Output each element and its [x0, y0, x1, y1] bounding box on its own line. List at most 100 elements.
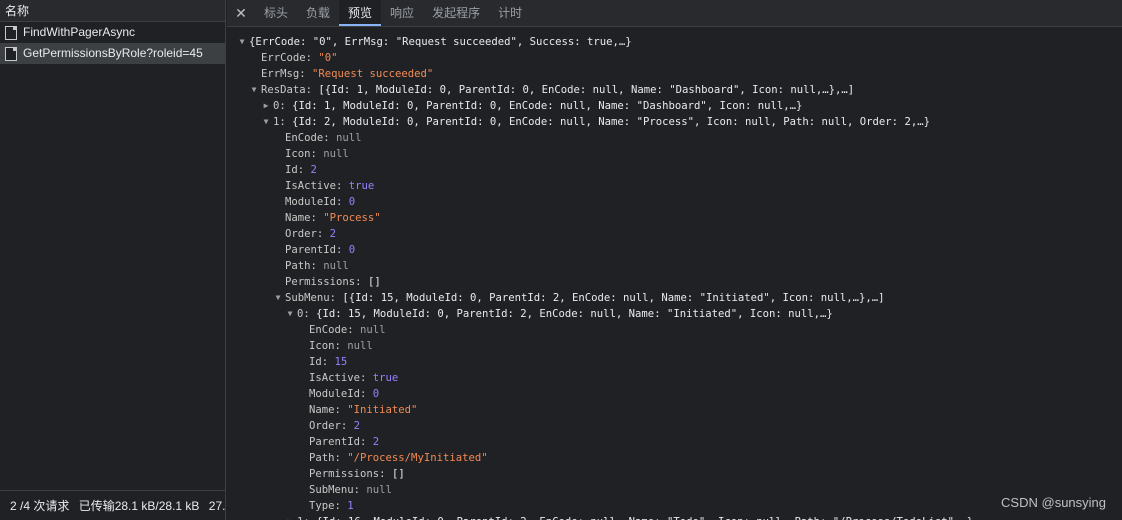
tree-value: null	[323, 148, 349, 160]
tree-key: Icon	[285, 148, 311, 160]
request-list-panel: 名称 FindWithPagerAsync GetPermissionsByRol…	[0, 0, 226, 520]
expand-triangle-icon[interactable]: ▶	[261, 98, 271, 114]
tree-value: 2	[372, 436, 380, 448]
tab-0[interactable]: 标头	[255, 0, 297, 26]
tree-key: ResData	[261, 84, 306, 96]
tree-value: null	[366, 484, 392, 496]
tree-key: Name	[285, 212, 311, 224]
tree-node: ErrCode: "0"	[261, 52, 338, 64]
tree-value: null	[336, 132, 362, 144]
tree-key: SubMenu	[309, 484, 354, 496]
tree-node: Permissions: []	[285, 276, 381, 288]
tree-key: IsActive	[285, 180, 337, 192]
tree-key: ParentId	[309, 436, 361, 448]
tree-value: "Process"	[323, 212, 381, 224]
tree-summary: {Id: 1, ModuleId: 0, ParentId: 0, EnCode…	[292, 100, 803, 112]
tree-node: Path: null	[285, 260, 349, 272]
tree-key: Path	[309, 452, 335, 464]
tree-key: Order	[285, 228, 317, 240]
tree-node: Name: "Process"	[285, 212, 381, 224]
tree-node: Icon: null	[309, 340, 373, 352]
tree-value: []	[391, 468, 405, 480]
tree-node[interactable]: ▶1: {Id: 16, ModuleId: 0, ParentId: 2, E…	[227, 514, 1122, 520]
tree-key: ErrCode	[261, 52, 306, 64]
tree-node[interactable]: ▶ 0: {Id: 1, ModuleId: 0, ParentId: 0, En…	[227, 98, 1122, 114]
tree-key: IsActive	[309, 372, 361, 384]
tree-node: EnCode: null	[285, 132, 362, 144]
document-icon	[5, 25, 17, 40]
status-bar: 2 /4 次请求 已传输28.1 kB/28.1 kB 27.6	[0, 490, 226, 520]
tree-node: ModuleId: 0	[309, 388, 380, 400]
tree-node: Type: 1	[309, 500, 354, 512]
tab-1[interactable]: 负载	[297, 0, 339, 26]
tree-node[interactable]: ▼ 0: {Id: 15, ModuleId: 0, ParentId: 2, E…	[227, 306, 1122, 322]
tree-node: ErrMsg: "Request succeeded"	[261, 68, 434, 80]
tree-value: "Request succeeded"	[312, 68, 434, 80]
tree-value: 2	[329, 228, 337, 240]
tree-node: Id: 2	[285, 164, 317, 176]
tab-5[interactable]: 计时	[489, 0, 531, 26]
tree-node: Order: 2	[285, 228, 337, 240]
tree-key: Type	[309, 500, 335, 512]
tree-value: null	[360, 324, 386, 336]
collapse-triangle-icon[interactable]: ▼	[249, 82, 259, 98]
request-item[interactable]: GetPermissionsByRole?roleid=45	[0, 43, 225, 64]
transferred-size: 已传输28.1 kB/28.1 kB	[78, 499, 200, 513]
tree-value: "Initiated"	[347, 404, 418, 416]
tree-node: IsActive: true	[309, 372, 399, 384]
tree-summary: {Id: 2, ModuleId: 0, ParentId: 0, EnCode…	[292, 116, 930, 128]
tree-node: Icon: null	[285, 148, 349, 160]
request-count: 2 /4 次请求	[10, 499, 70, 513]
tree-summary: {ErrCode: "0", ErrMsg: "Request succeede…	[249, 36, 632, 48]
tree-value: 0	[348, 244, 356, 256]
document-icon	[5, 46, 17, 61]
tree-node: ParentId: 0	[285, 244, 356, 256]
tree-summary: {Id: 15, ModuleId: 0, ParentId: 2, EnCod…	[316, 308, 833, 320]
request-name: GetPermissionsByRole?roleid=45	[23, 46, 203, 60]
tree-value: true	[372, 372, 399, 384]
tree-node: Permissions: []	[309, 468, 405, 480]
tab-2[interactable]: 预览	[339, 0, 382, 26]
tree-node: SubMenu: null	[309, 484, 392, 496]
expand-triangle-icon[interactable]: ▶	[285, 514, 295, 520]
tree-node: Id: 15	[309, 356, 348, 368]
tree-key: EnCode	[309, 324, 348, 336]
tree-node[interactable]: ▼ 1: {Id: 2, ModuleId: 0, ParentId: 0, En…	[227, 114, 1122, 130]
tree-key: SubMenu	[285, 292, 330, 304]
tree-summary: {Id: 16, ModuleId: 0, ParentId: 2, EnCod…	[316, 514, 973, 520]
tree-summary: [{Id: 15, ModuleId: 0, ParentId: 2, EnCo…	[342, 292, 885, 304]
tree-key: Permissions	[309, 468, 380, 480]
collapse-triangle-icon[interactable]: ▼	[261, 114, 271, 130]
tree-value: "0"	[318, 52, 338, 64]
tree-value: 0	[348, 196, 356, 208]
tree-key: EnCode	[285, 132, 324, 144]
tree-node: Order: 2	[309, 420, 361, 432]
tree-value: "/Process/MyInitiated"	[347, 452, 488, 464]
tab-3[interactable]: 响应	[381, 0, 423, 26]
tree-node[interactable]: ▼ SubMenu: [{Id: 15, ModuleId: 0, ParentI…	[227, 290, 1122, 306]
details-tab-bar: ✕ 标头 负载 预览 响应 发起程序 计时	[227, 0, 1122, 27]
tree-node[interactable]: ▼ ResData: [{Id: 1, ModuleId: 0, ParentId…	[227, 82, 1122, 98]
tree-value: 2	[310, 164, 317, 176]
resources-size: 27.6	[208, 499, 226, 513]
tree-node: Name: "Initiated"	[309, 404, 418, 416]
tree-value: 2	[353, 420, 361, 432]
collapse-triangle-icon[interactable]: ▼	[273, 290, 283, 306]
tree-value: null	[347, 340, 373, 352]
tree-key: Permissions	[285, 276, 356, 288]
tab-4[interactable]: 发起程序	[423, 0, 489, 26]
tree-node: EnCode: null	[309, 324, 386, 336]
tree-node[interactable]: ▼ {ErrCode: "0", ErrMsg: "Request succeed…	[227, 34, 1122, 50]
tree-node: ParentId: 2	[309, 436, 380, 448]
tree-key: Icon	[309, 340, 335, 352]
json-preview-tree: ▼ {ErrCode: "0", ErrMsg: "Request succeed…	[227, 27, 1122, 520]
request-item[interactable]: FindWithPagerAsync	[0, 22, 225, 43]
collapse-triangle-icon[interactable]: ▼	[285, 306, 295, 322]
close-icon[interactable]: ✕	[227, 0, 255, 26]
tree-key: Id	[285, 164, 298, 176]
tree-value: null	[323, 260, 349, 272]
name-column-header[interactable]: 名称	[0, 0, 225, 22]
tree-key: Order	[309, 420, 341, 432]
collapse-triangle-icon[interactable]: ▼	[237, 34, 247, 50]
tree-value: 0	[372, 388, 380, 400]
